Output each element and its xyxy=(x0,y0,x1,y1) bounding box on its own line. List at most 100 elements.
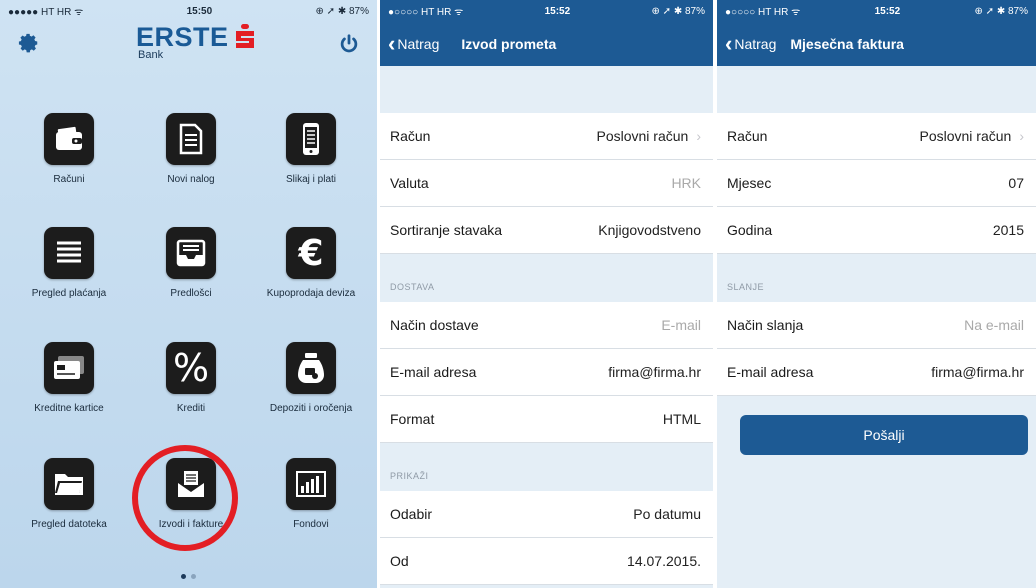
row-label: E-mail adresa xyxy=(390,364,477,380)
row-account[interactable]: Račun Poslovni račun › xyxy=(380,113,713,160)
row-from-date[interactable]: Od 14.07.2015. xyxy=(380,538,713,585)
tile-novi-nalog[interactable]: Novi nalog xyxy=(136,113,246,223)
chevron-left-icon: ‹ xyxy=(388,31,396,56)
clock: 15:52 xyxy=(874,5,901,17)
chevron-left-icon: ‹ xyxy=(725,31,733,56)
page-title: Izvod prometa xyxy=(461,36,557,52)
row-month[interactable]: Mjesec 07 xyxy=(717,160,1036,207)
home-header: ERSTE Bank xyxy=(0,22,377,96)
tile-slikaj-i-plati[interactable]: Slikaj i plati xyxy=(256,113,366,223)
clock: 15:50 xyxy=(186,5,213,17)
nav-bar: ‹ Natrag Izvod prometa xyxy=(380,22,713,66)
row-currency[interactable]: Valuta HRK xyxy=(380,160,713,207)
tile-predlosci[interactable]: Predlošci xyxy=(136,227,246,337)
row-value: HRK xyxy=(671,175,701,191)
row-send-method[interactable]: Način slanja Na e-mail xyxy=(717,302,1036,349)
status-bar: ●○○○○ HT HR ᯤ 15:52 ⊕ ➚ ✱ 87% xyxy=(380,0,713,22)
section-header-show: PRIKAŽI xyxy=(390,471,429,481)
tile-kreditne-kartice[interactable]: Kreditne kartice xyxy=(14,342,124,452)
row-label: Valuta xyxy=(390,175,429,191)
status-bar: ●○○○○ HT HR ᯤ 15:52 ⊕ ➚ ✱ 87% xyxy=(717,0,1036,22)
document-icon xyxy=(166,113,216,165)
row-value: firma@firma.hr xyxy=(931,364,1024,380)
row-format[interactable]: Format HTML xyxy=(380,396,713,443)
credit-card-icon xyxy=(44,342,94,394)
status-bar: ●●●●● HT HR ᯤ 15:50 ⊕ ➚ ✱ 87% xyxy=(0,0,377,22)
row-value: HTML xyxy=(662,411,701,427)
send-button[interactable]: Pošalji xyxy=(740,415,1028,455)
row-label: Godina xyxy=(727,222,773,238)
row-delivery-method[interactable]: Način dostave E-mail xyxy=(380,302,713,349)
row-value: Knjigovodstveno xyxy=(598,222,701,238)
tile-label: Kupoprodaja deviza xyxy=(266,288,356,299)
battery: ⊕ ➚ ✱ 87% xyxy=(315,5,370,17)
row-label: Način dostave xyxy=(390,317,479,333)
battery: ⊕ ➚ ✱ 87% xyxy=(651,5,706,17)
tile-label: Pregled plaćanja xyxy=(31,288,107,299)
row-label: Od xyxy=(390,553,409,569)
erste-s-mark-icon xyxy=(234,24,256,55)
tile-pregled-placanja[interactable]: Pregled plaćanja xyxy=(14,227,124,337)
page-dot xyxy=(191,574,196,579)
row-label: Način slanja xyxy=(727,317,804,333)
gear-icon[interactable] xyxy=(18,32,40,54)
battery: ⊕ ➚ ✱ 87% xyxy=(974,5,1029,17)
tile-racuni[interactable]: Računi xyxy=(14,113,124,223)
logo-subtitle: Bank xyxy=(138,49,164,61)
power-icon[interactable] xyxy=(337,32,361,56)
tile-label: Fondovi xyxy=(293,519,329,530)
back-button[interactable]: ‹ Natrag xyxy=(388,31,440,56)
section-header-delivery: DOSTAVA xyxy=(390,282,435,292)
carrier: ●○○○○ HT HR ᯤ xyxy=(388,7,464,18)
tile-krediti[interactable]: % Krediti xyxy=(136,342,246,452)
erste-logo: ERSTE Bank xyxy=(136,22,256,61)
row-email[interactable]: E-mail adresa firma@firma.hr xyxy=(380,349,713,396)
row-label: Format xyxy=(390,411,435,427)
tile-depoziti[interactable]: Depoziti i oročenja xyxy=(256,342,366,452)
row-value: Poslovni račun xyxy=(596,128,689,144)
invoice-screen: ●○○○○ HT HR ᯤ 15:52 ⊕ ➚ ✱ 87% ‹ Natrag M… xyxy=(717,0,1036,588)
row-sorting[interactable]: Sortiranje stavaka Knjigovodstveno xyxy=(380,207,713,254)
chevron-right-icon: › xyxy=(1019,128,1024,144)
page-dot-active xyxy=(181,574,186,579)
back-label: Natrag xyxy=(734,36,777,52)
phone-icon xyxy=(286,113,336,165)
row-label: Sortiranje stavaka xyxy=(390,222,503,238)
tile-fondovi[interactable]: Fondovi xyxy=(256,458,366,568)
row-label: Mjesec xyxy=(727,175,772,191)
back-label: Natrag xyxy=(397,36,440,52)
tile-label: Kreditne kartice xyxy=(34,403,104,414)
tile-pregled-datoteka[interactable]: Pregled datoteka xyxy=(14,458,124,568)
euro-icon: € xyxy=(286,227,336,279)
money-bag-icon xyxy=(286,342,336,394)
tile-label: Slikaj i plati xyxy=(285,174,337,185)
row-label: E-mail adresa xyxy=(727,364,814,380)
tile-label: Pregled datoteka xyxy=(31,519,107,530)
logo-text: ERSTE xyxy=(136,22,229,52)
page-indicator[interactable] xyxy=(0,574,377,579)
nav-bar: ‹ Natrag Mjesečna faktura xyxy=(717,22,1036,66)
row-label: Račun xyxy=(390,128,431,144)
tile-label: Predlošci xyxy=(170,288,212,299)
statement-screen: ●○○○○ HT HR ᯤ 15:52 ⊕ ➚ ✱ 87% ‹ Natrag I… xyxy=(380,0,713,588)
carrier: ●●●●● HT HR ᯤ xyxy=(8,7,84,18)
row-value: Poslovni račun xyxy=(919,128,1012,144)
row-value: E-mail xyxy=(661,317,701,333)
tile-label: Depoziti i oročenja xyxy=(269,403,353,414)
row-email[interactable]: E-mail adresa firma@firma.hr xyxy=(717,349,1036,396)
row-year[interactable]: Godina 2015 xyxy=(717,207,1036,254)
tile-kupoprodaja-deviza[interactable]: € Kupoprodaja deviza xyxy=(256,227,366,337)
row-value: firma@firma.hr xyxy=(608,364,701,380)
percent-icon: % xyxy=(166,342,216,394)
row-selection[interactable]: Odabir Po datumu xyxy=(380,491,713,538)
row-account[interactable]: Račun Poslovni račun › xyxy=(717,113,1036,160)
row-value: 14.07.2015. xyxy=(627,553,701,569)
carrier: ●○○○○ HT HR ᯤ xyxy=(725,7,801,18)
row-label: Odabir xyxy=(390,506,433,522)
tile-label: Novi nalog xyxy=(167,174,215,185)
back-button[interactable]: ‹ Natrag xyxy=(725,31,777,56)
folder-icon xyxy=(44,458,94,510)
section-header-send: SLANJE xyxy=(727,282,765,292)
page-title: Mjesečna faktura xyxy=(790,36,904,52)
row-value: 2015 xyxy=(992,222,1024,238)
